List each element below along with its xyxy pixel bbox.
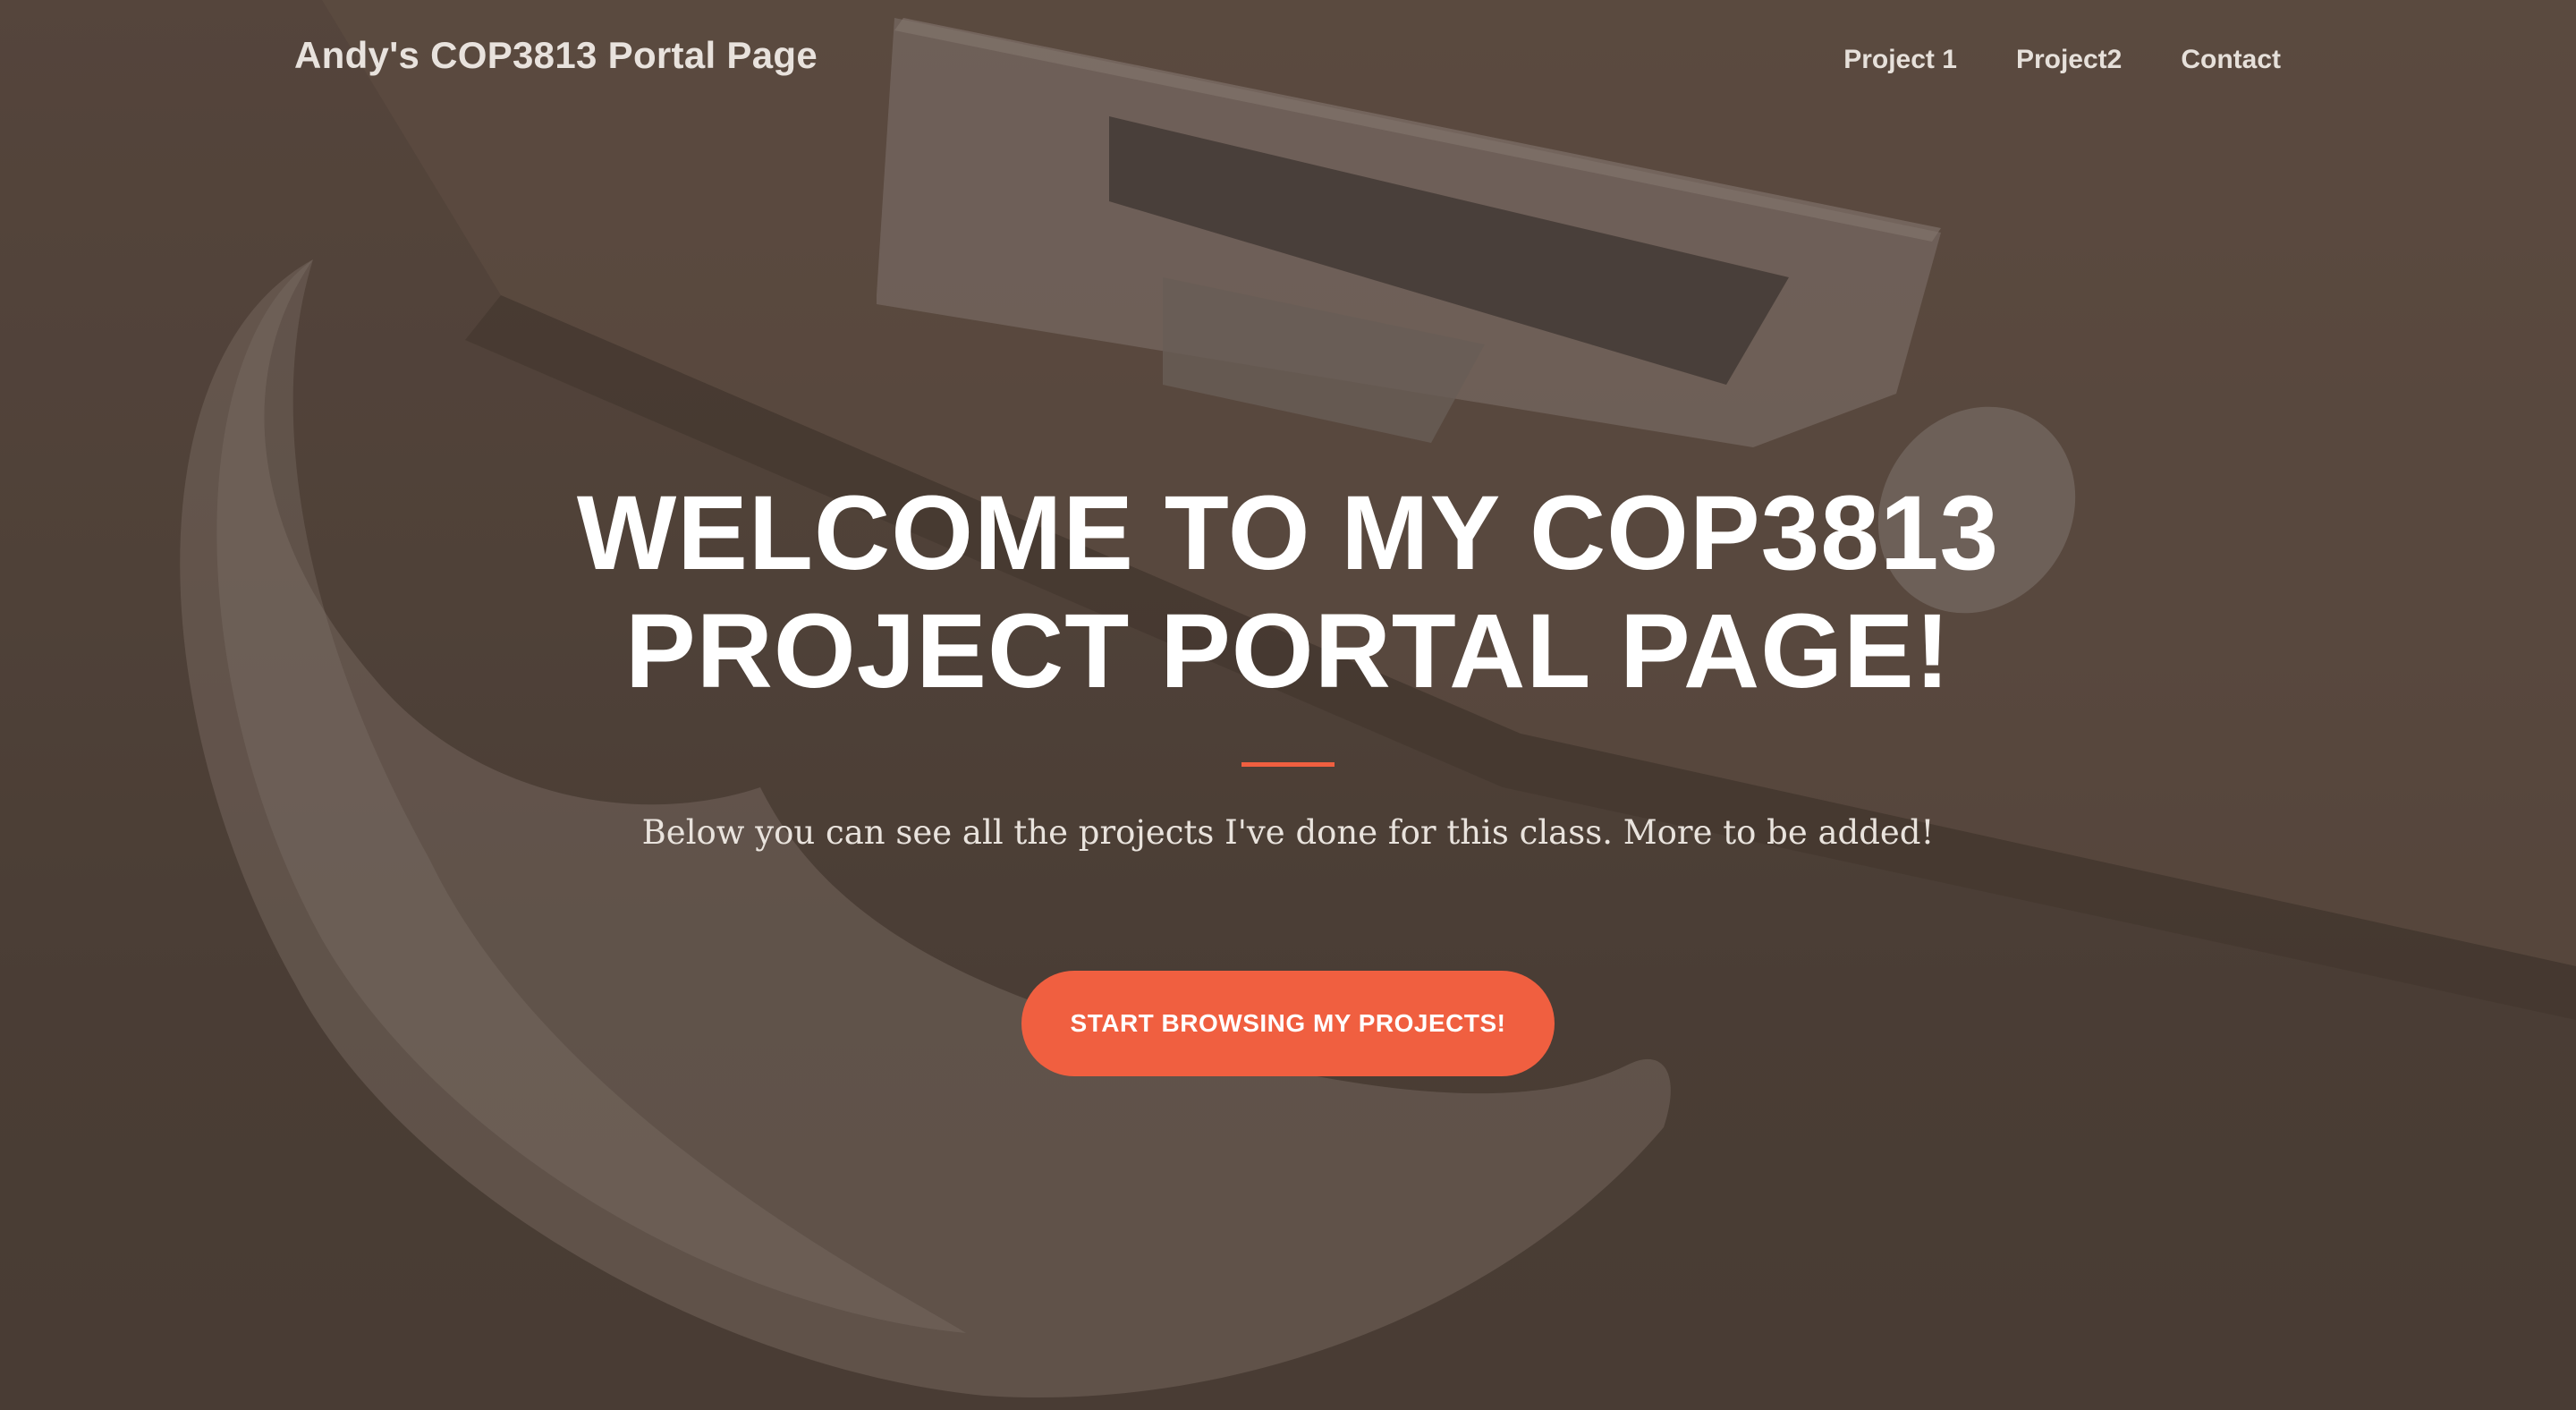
hero-subtitle: Below you can see all the projects I've … [641,813,1935,852]
start-browsing-button[interactable]: Start Browsing My Projects! [1021,971,1555,1076]
nav-links: Project 1 Project2 Contact [1843,45,2281,75]
nav-link-project-1[interactable]: Project 1 [1843,45,1957,75]
nav-link-contact[interactable]: Contact [2181,45,2281,75]
hero-divider [1241,762,1335,767]
top-navbar: Andy's COP3813 Portal Page Project 1 Pro… [0,0,2576,125]
nav-link-project-2[interactable]: Project2 [2016,45,2122,75]
brand-link[interactable]: Andy's COP3813 Portal Page [294,34,818,77]
hero-section: Welcome to my COP3813 Project Portal Pag… [0,474,2576,1076]
hero-title: Welcome to my COP3813 Project Portal Pag… [576,474,2000,710]
page: Andy's COP3813 Portal Page Project 1 Pro… [0,0,2576,1410]
